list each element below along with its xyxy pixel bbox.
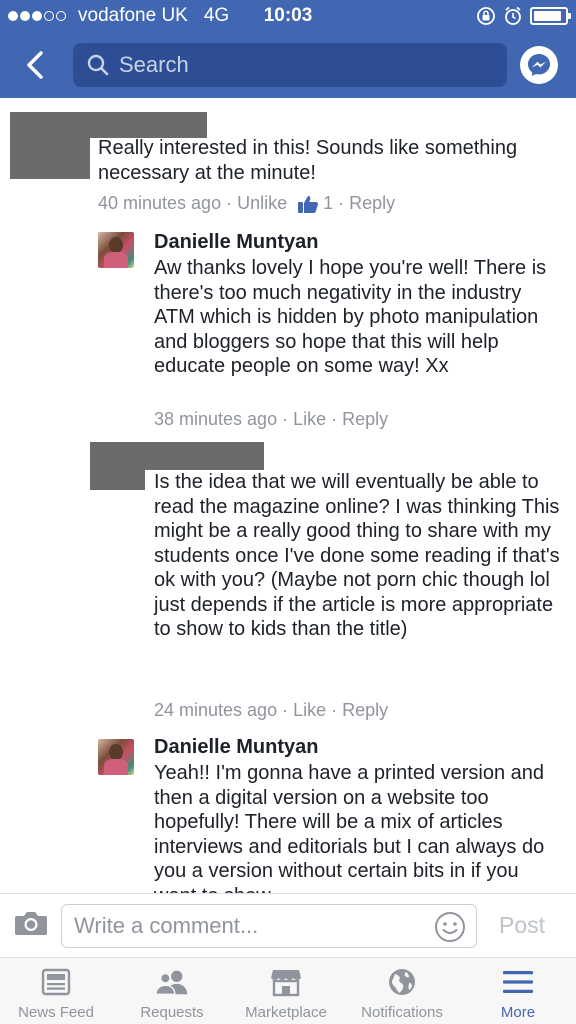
comment-text: Yeah!! I'm gonna have a printed version …	[154, 762, 545, 893]
comment-composer: Write a comment... Post	[0, 893, 576, 957]
status-right	[476, 6, 571, 26]
redacted-avatar	[90, 442, 145, 490]
battery-level	[534, 11, 561, 21]
comment-author-name[interactable]: Danielle Muntyan	[154, 231, 318, 254]
like-thumb-icon	[297, 194, 319, 214]
comment-text: Aw thanks lovely I hope you're well! The…	[154, 257, 547, 377]
tab-label: Marketplace	[245, 1004, 327, 1021]
tab-more[interactable]: More	[468, 958, 568, 1024]
back-chevron-icon	[27, 51, 43, 79]
marketplace-icon	[271, 970, 301, 997]
comment-time: 38 minutes ago	[154, 409, 278, 429]
search-input[interactable]: Search	[73, 43, 507, 87]
comment-item: Really interested in this! Sounds like s…	[0, 98, 576, 223]
comment-meta: 24 minutes ago · Like · Reply	[154, 700, 389, 721]
globe-icon	[389, 969, 415, 995]
reply-button[interactable]: Reply	[342, 700, 388, 721]
comment-input[interactable]: Write a comment...	[61, 904, 477, 948]
camera-icon	[15, 912, 47, 935]
tab-notifications[interactable]: Notifications	[352, 958, 452, 1024]
like-count: 1	[323, 193, 334, 213]
messenger-button[interactable]	[520, 46, 558, 84]
hamburger-menu-icon	[503, 971, 533, 993]
camera-button[interactable]	[14, 908, 48, 938]
emoji-button[interactable]	[434, 911, 466, 943]
rotation-lock-icon	[477, 7, 495, 25]
comment-thread: Really interested in this! Sounds like s…	[0, 98, 576, 893]
like-button[interactable]: Like	[293, 409, 326, 430]
back-button[interactable]	[18, 48, 52, 82]
news-feed-icon	[41, 968, 71, 996]
search-placeholder: Search	[119, 52, 189, 77]
battery-icon	[530, 7, 571, 25]
tab-label: Requests	[140, 1004, 204, 1021]
reply-button[interactable]: Reply	[342, 409, 388, 430]
redacted-avatar	[10, 112, 90, 179]
reply-button[interactable]: Reply	[349, 193, 395, 214]
alarm-icon	[505, 6, 521, 25]
tab-marketplace[interactable]: Marketplace	[236, 958, 336, 1024]
comment-meta: 40 minutes ago · Unlike 1 · Reply	[98, 193, 396, 214]
status-bar: vodafone UK 4G 10:03	[0, 0, 576, 32]
comment-time: 40 minutes ago	[98, 193, 222, 213]
redacted-author-name	[90, 112, 207, 138]
tab-requests[interactable]: Requests	[122, 958, 222, 1024]
unlike-button[interactable]: Unlike	[237, 193, 287, 214]
tab-label: More	[500, 1004, 536, 1021]
comment-reply-item: Danielle Muntyan Yeah!! I'm gonna have a…	[0, 730, 576, 893]
comment-meta: 38 minutes ago · Like · Reply	[154, 409, 389, 430]
bottom-tab-bar: News Feed Requests Marketplace Notificat…	[0, 957, 576, 1024]
comment-reply-item: Is the idea that we will eventually be a…	[0, 438, 576, 730]
comment-author-name[interactable]: Danielle Muntyan	[154, 736, 318, 759]
tab-label: News Feed	[18, 1004, 94, 1021]
avatar[interactable]	[98, 739, 134, 775]
smiley-icon	[435, 912, 465, 942]
comment-text: Is the idea that we will eventually be a…	[154, 471, 560, 640]
comment-time: 24 minutes ago	[154, 700, 278, 720]
search-icon	[87, 54, 109, 76]
top-header: vodafone UK 4G 10:03 Search	[0, 0, 576, 98]
tab-label: Notifications	[361, 1004, 443, 1021]
comment-placeholder: Write a comment...	[74, 913, 259, 938]
comment-reply-item: Danielle Muntyan Aw thanks lovely I hope…	[0, 223, 576, 438]
tab-news-feed[interactable]: News Feed	[6, 958, 106, 1024]
post-button[interactable]: Post	[499, 912, 545, 939]
redacted-author-name	[145, 442, 264, 470]
messenger-icon	[528, 54, 550, 76]
avatar[interactable]	[98, 232, 134, 268]
friend-requests-icon	[155, 970, 188, 995]
comment-text: Really interested in this! Sounds like s…	[98, 137, 518, 184]
like-button[interactable]: Like	[293, 700, 326, 721]
